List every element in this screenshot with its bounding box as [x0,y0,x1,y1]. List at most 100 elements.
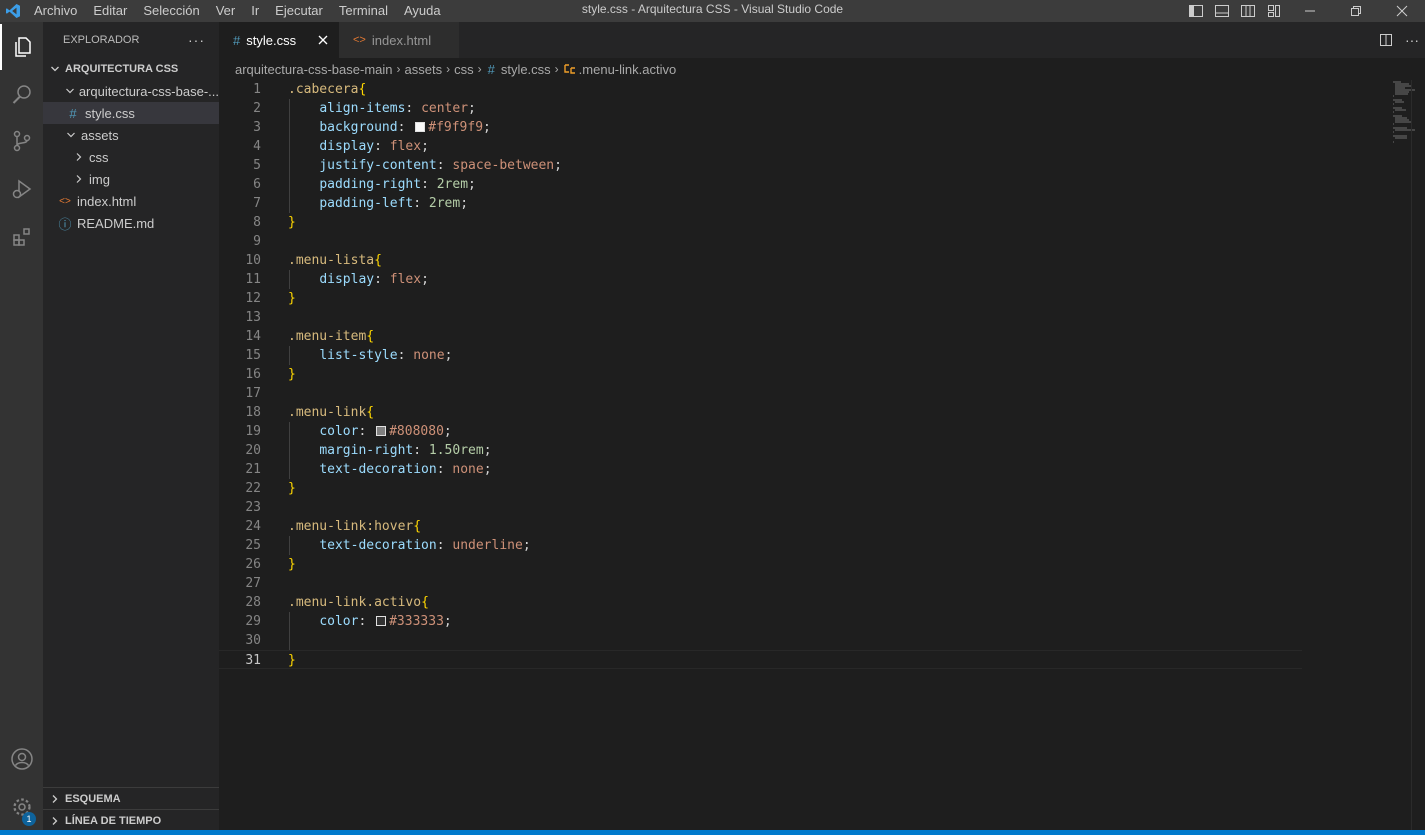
tree-item[interactable]: # style.css [43,102,219,124]
breadcrumb-item[interactable]: style.css [501,62,551,77]
minimize-icon[interactable] [1287,0,1333,22]
code-line: 1 .cabecera{ [219,80,1302,99]
code-line: 31} [219,650,1302,669]
code-line: 14 .menu-item{ [219,327,1302,346]
css-value: flex [389,139,422,154]
code-line: 26} [219,555,1302,574]
css-property: color [319,614,359,629]
explorer-title: EXPLORADOR [63,34,140,46]
bracket: { [374,253,382,268]
close-window-icon[interactable] [1379,0,1425,22]
tree-item[interactable]: css [43,146,219,168]
breadcrumb-item[interactable]: assets [405,62,443,77]
code-editor[interactable]: 1 .cabecera {2 align-items: center; 3 backg… [219,80,1425,830]
explorer-header: EXPLORADOR ··· [43,22,219,58]
code-line: 7 padding-left: 2rem; [219,194,1302,213]
file-tree: arquitectura-css-base-... # style.css asset… [43,80,219,234]
line-number: 15 [245,348,261,363]
css-property: margin-right [319,443,414,458]
tab-index-html[interactable]: <> index.html [339,22,459,58]
menu-item[interactable]: Ayuda [396,0,449,22]
explorer-files-icon[interactable] [0,24,43,70]
code-line: 30 [219,631,1302,650]
tree-item[interactable]: <> index.html [43,190,219,212]
line-number: 5 [253,158,261,173]
tab-style-css[interactable]: # style.css [219,22,339,58]
css-property: align-items [319,101,406,116]
settings-badge: 1 [22,812,36,826]
menu-item[interactable]: Editar [85,0,135,22]
tab-label: style.css [246,32,297,48]
more-actions-icon[interactable]: ··· [1399,22,1425,58]
breadcrumb-item[interactable]: .menu-link.activo [579,62,677,77]
line-number: 20 [245,443,261,458]
menu-item[interactable]: Archivo [26,0,85,22]
bracket: { [421,595,429,610]
settings-gear-icon[interactable]: 1 [0,784,43,830]
source-control-icon[interactable] [0,118,43,164]
run-debug-icon[interactable] [0,166,43,212]
code-text: } [288,289,296,308]
line-number: 12 [245,291,261,306]
toggle-secondary-sidebar-icon[interactable] [1235,0,1261,22]
tree-item[interactable]: assets [43,124,219,146]
line-number: 17 [245,386,261,401]
tree-item[interactable]: img [43,168,219,190]
outline-section-header[interactable]: ESQUEMA [43,787,219,809]
line-number: 9 [253,234,261,249]
code-line: 23 [219,498,1302,517]
bracket: } [288,367,296,382]
menu-item[interactable]: Ver [208,0,244,22]
tree-item-label: index.html [77,193,137,209]
activity-bar: 1 [0,22,43,830]
minimap[interactable] [1305,80,1417,780]
code-line: 27 [219,574,1302,593]
menu-item[interactable]: Selección [135,0,207,22]
more-actions-icon[interactable]: ··· [188,32,205,48]
breadcrumb-item[interactable]: css [454,62,474,77]
css-selector: .cabecera [288,82,359,97]
code-text: } [288,651,296,670]
color-swatch-icon[interactable] [376,616,387,626]
color-swatch-icon[interactable] [376,426,387,436]
breadcrumb-item[interactable]: arquitectura-css-base-main [235,62,393,77]
line-number: 24 [245,519,261,534]
code-line: 4 display: flex; [219,137,1302,156]
restore-icon[interactable] [1333,0,1379,22]
code-line: 3 background: #f9f9f9; [219,118,1302,137]
extensions-icon[interactable] [0,214,43,260]
vertical-scrollbar[interactable] [1411,80,1425,830]
code-text: list-style: none; [319,348,453,363]
workspace-title: ARQUITECTURA CSS [65,63,179,75]
toggle-panel-icon[interactable] [1209,0,1235,22]
chevron-down-icon [47,64,63,74]
code-text: } [288,365,296,384]
toggle-primary-sidebar-icon[interactable] [1183,0,1209,22]
line-number: 3 [253,120,261,135]
tree-item[interactable]: arquitectura-css-base-... [43,80,219,102]
menu-item[interactable]: Terminal [331,0,396,22]
color-swatch-icon[interactable] [415,122,426,132]
code-line: 2 align-items: center; [219,99,1302,118]
tree-item[interactable]: ⓘ README.md [43,212,219,234]
workspace-section-header[interactable]: ARQUITECTURA CSS [43,58,219,80]
bracket: } [288,557,296,572]
css-selector: .menu-link:hover [288,519,414,534]
css-property: list-style [319,348,398,363]
account-icon[interactable] [0,736,43,782]
close-tab-icon[interactable] [317,34,329,49]
menu-item[interactable]: Ejecutar [267,0,331,22]
code-text: .menu-link.activo{ [288,593,429,612]
vscode-logo-icon [0,0,26,22]
search-icon[interactable] [0,72,43,118]
chevron-right-icon: › [477,62,482,76]
code-line: 12} [219,289,1302,308]
css-property: justify-content [319,158,437,173]
bracket: } [288,653,296,668]
customize-layout-icon[interactable] [1261,0,1287,22]
menu-item[interactable]: Ir [243,0,267,22]
timeline-section-header[interactable]: LÍNEA DE TIEMPO [43,809,219,831]
code-line: 13 [219,308,1302,327]
split-editor-icon[interactable] [1373,22,1399,58]
line-number: 1 [253,82,261,97]
